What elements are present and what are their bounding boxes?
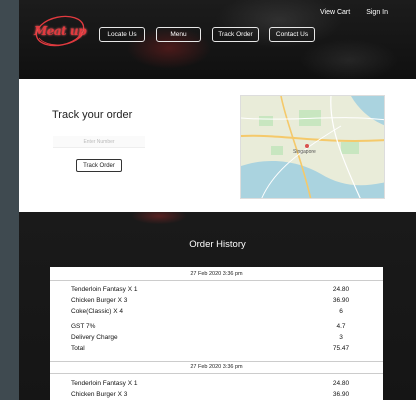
item-price: 24.80 xyxy=(332,286,350,293)
order-line-item: Chicken Burger X 3 36.90 xyxy=(71,391,356,400)
order-date: 27 Feb 2020 3:36 pm xyxy=(190,271,243,277)
order-date: 27 Feb 2020 3:36 pm xyxy=(190,364,243,370)
item-name: Total xyxy=(71,345,85,352)
divider xyxy=(50,280,383,281)
location-map[interactable]: Singapore xyxy=(240,95,385,199)
track-order-section: Track your order Track Order Singapore xyxy=(19,79,416,212)
logo-text: Meat up xyxy=(33,24,87,38)
order-history-title: Order History xyxy=(189,239,246,250)
item-price: 36.90 xyxy=(332,391,350,398)
hero-header: Meat up View Cart Sign In Locate Us Menu… xyxy=(19,0,416,79)
item-name: Chicken Burger X 3 xyxy=(71,297,128,304)
order-history-card: 27 Feb 2020 3:36 pm Tenderloin Fantasy X… xyxy=(50,267,383,400)
order-total-row: Total 75.47 xyxy=(71,345,356,355)
divider xyxy=(50,361,383,362)
nav-locate-us-button[interactable]: Locate Us xyxy=(99,27,145,42)
sign-in-link[interactable]: Sign In xyxy=(366,9,388,16)
map-city-label: Singapore xyxy=(293,149,316,155)
order-delivery-row: Delivery Charge 3 xyxy=(71,334,356,344)
view-cart-link[interactable]: View Cart xyxy=(320,9,350,16)
item-name: Tenderloin Fantasy X 1 xyxy=(71,286,138,293)
item-name: Coke(Classic) X 4 xyxy=(71,308,124,315)
item-price: 4.7 xyxy=(336,323,346,330)
brand-logo[interactable]: Meat up xyxy=(33,12,87,50)
nav-contact-us-button[interactable]: Contact Us xyxy=(269,27,315,42)
item-price: 36.90 xyxy=(332,297,350,304)
item-price: 75.47 xyxy=(332,345,350,352)
app-frame: Meat up View Cart Sign In Locate Us Menu… xyxy=(19,0,416,400)
order-line-item: Coke(Classic) X 4 6 xyxy=(71,308,356,318)
item-price: 24.80 xyxy=(332,380,350,387)
item-name: Tenderloin Fantasy X 1 xyxy=(71,380,138,387)
item-name: Chicken Burger X 3 xyxy=(71,391,128,398)
order-history-section: Order History 27 Feb 2020 3:36 pm Tender… xyxy=(19,212,416,400)
order-number-input[interactable] xyxy=(53,136,145,148)
map-pin-icon xyxy=(305,144,309,148)
order-line-item: Tenderloin Fantasy X 1 24.80 xyxy=(71,380,356,390)
divider xyxy=(50,373,383,374)
item-name: GST 7% xyxy=(71,323,96,330)
item-price: 6 xyxy=(339,308,343,315)
top-links: View Cart Sign In xyxy=(320,9,388,16)
map-graphic xyxy=(241,96,384,198)
order-line-item: Tenderloin Fantasy X 1 24.80 xyxy=(71,286,356,296)
track-order-button[interactable]: Track Order xyxy=(76,159,122,172)
track-title: Track your order xyxy=(52,109,133,121)
order-line-item: Chicken Burger X 3 36.90 xyxy=(71,297,356,307)
order-gst-row: GST 7% 4.7 xyxy=(71,323,356,333)
nav-track-order-button[interactable]: Track Order xyxy=(212,27,259,42)
item-price: 3 xyxy=(339,334,343,341)
item-name: Delivery Charge xyxy=(71,334,118,341)
nav-menu-button[interactable]: Menu xyxy=(156,27,201,42)
